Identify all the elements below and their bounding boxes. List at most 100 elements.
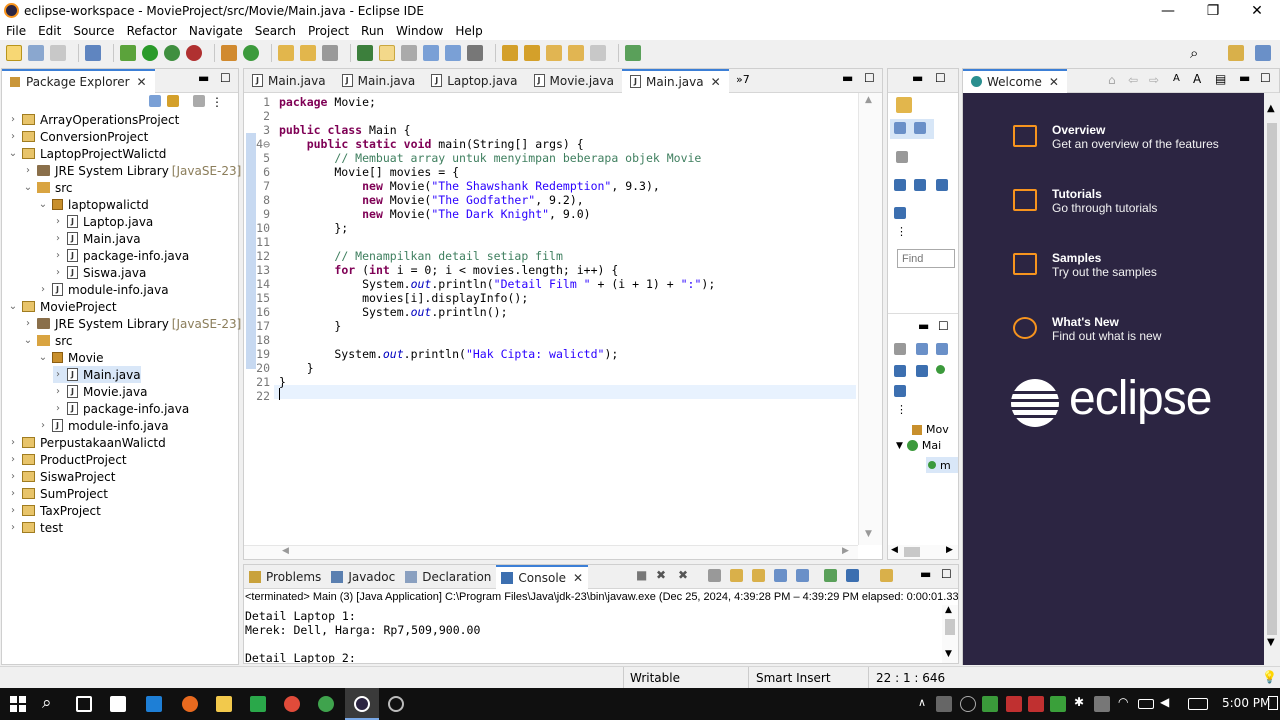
chevron-down-icon[interactable]: ⌄ — [38, 352, 48, 363]
book-icon[interactable] — [1013, 125, 1037, 147]
scroll-right-icon[interactable]: ▶ — [842, 546, 849, 556]
tree-item[interactable]: › J Main.java — [53, 366, 141, 383]
outline-item-package[interactable]: Mov — [912, 423, 949, 436]
chevron-right-icon[interactable]: › — [53, 216, 63, 227]
show-stdout-icon[interactable] — [774, 569, 787, 582]
tree-item[interactable]: ⌄ LaptopProjectWalictd — [8, 145, 167, 162]
filter-icon[interactable] — [193, 95, 205, 107]
tree-item[interactable]: ⌄ Movie — [38, 349, 104, 366]
maximize-lower-view-icon[interactable]: ☐ — [938, 319, 949, 333]
tab-problems[interactable]: Problems — [244, 565, 326, 589]
scroll-left-icon[interactable]: ◀ — [282, 546, 289, 556]
console-scrollbar[interactable]: ▲ ▼ — [942, 605, 958, 663]
home-icon[interactable]: ⌂ — [1108, 73, 1116, 87]
tab-javadoc[interactable]: Javadoc — [326, 565, 400, 589]
tree-item[interactable]: › TaxProject — [8, 502, 101, 519]
scroll-left-icon[interactable]: ◀ — [891, 545, 898, 555]
tree-item[interactable]: › Jmodule-info.java — [38, 417, 169, 434]
pin-editor-icon[interactable] — [625, 45, 641, 61]
minimize-outline-icon[interactable]: ▬ — [912, 71, 923, 85]
open-perspective-icon[interactable] — [1228, 45, 1244, 61]
display-console-icon[interactable] — [846, 569, 859, 582]
eclipse-taskbar-button[interactable] — [345, 688, 379, 720]
chevron-right-icon[interactable]: › — [53, 267, 63, 278]
code-editor[interactable]: 1 package Movie; 2 3 public class Main {4⊖ p… — [244, 93, 858, 545]
new-icon[interactable] — [6, 45, 22, 61]
forward-icon[interactable] — [590, 45, 606, 61]
debug-icon[interactable] — [120, 45, 136, 61]
windows-start-icon[interactable] — [10, 696, 26, 712]
menu-edit[interactable]: Edit — [38, 24, 61, 38]
close-window-button[interactable]: ✕ — [1234, 0, 1280, 22]
maximize-editor-icon[interactable]: ☐ — [864, 71, 875, 85]
scroll-thumb[interactable] — [1267, 123, 1277, 635]
volume-icon[interactable]: ◀ — [1160, 695, 1169, 709]
next-annotation-icon[interactable] — [502, 45, 518, 61]
shrink-font-icon[interactable]: A — [1173, 73, 1180, 84]
outline-item-class[interactable]: ▼ Mai — [896, 439, 941, 452]
show-hidden-icons[interactable]: ∧ — [918, 696, 926, 709]
scroll-thumb[interactable] — [945, 619, 955, 635]
maximize-welcome-icon[interactable]: ☐ — [1260, 71, 1271, 85]
chevron-right-icon[interactable]: › — [8, 471, 18, 482]
scroll-lock-icon[interactable] — [730, 569, 743, 582]
view-menu-icon[interactable]: ⋮ — [211, 95, 223, 109]
hide-fields-lower-icon[interactable] — [894, 365, 906, 377]
back-icon[interactable] — [568, 45, 584, 61]
menu-help[interactable]: Help — [455, 24, 482, 38]
tray-nvidia-icon[interactable] — [1050, 696, 1066, 712]
chevron-right-icon[interactable]: › — [38, 284, 48, 295]
open-console-icon[interactable] — [880, 569, 893, 582]
tab-console[interactable]: Console ✕ — [496, 564, 589, 589]
stop-icon[interactable]: ■ — [636, 568, 647, 582]
tab-editor-3[interactable]: J Laptop.java — [423, 69, 525, 93]
save-all-icon[interactable] — [50, 45, 66, 61]
find-input[interactable] — [897, 249, 955, 268]
chevron-right-icon[interactable]: › — [53, 403, 63, 414]
clear-console-icon[interactable] — [708, 569, 721, 582]
tree-item[interactable]: ⌄ src — [23, 332, 73, 349]
maximize-console-icon[interactable]: ☐ — [941, 567, 952, 581]
scroll-down-icon[interactable]: ▼ — [865, 529, 872, 539]
grow-font-icon[interactable]: A — [1193, 72, 1201, 86]
maximize-outline-icon[interactable]: ☐ — [935, 71, 946, 85]
tab-overflow-indicator[interactable]: »7 — [736, 73, 750, 86]
tray-app-icon[interactable] — [936, 696, 952, 712]
link-icon[interactable] — [894, 207, 906, 219]
minimize-editor-icon[interactable]: ▬ — [842, 71, 853, 85]
customize-icon[interactable]: ▤ — [1215, 72, 1226, 86]
bluetooth-icon[interactable]: ✱ — [1074, 695, 1084, 709]
editor-horizontal-scrollbar[interactable]: ◀ ▶ — [244, 545, 858, 559]
welcome-item-what-s-new[interactable]: What's New Find out what is new — [1052, 315, 1161, 343]
close-icon[interactable]: ✕ — [711, 75, 721, 89]
tree-item[interactable]: › test — [8, 519, 63, 536]
close-icon[interactable]: ✕ — [1049, 75, 1059, 89]
chevron-right-icon[interactable]: › — [53, 369, 63, 380]
star-icon[interactable] — [1013, 317, 1037, 339]
categorize-icon[interactable] — [914, 122, 926, 134]
console-output[interactable]: Detail Laptop 1: Merek: Dell, Harga: Rp7,… — [244, 605, 940, 663]
file-explorer-icon[interactable] — [216, 696, 232, 712]
public-members-icon[interactable] — [936, 365, 945, 374]
menu-navigate[interactable]: Navigate — [189, 24, 243, 38]
java-perspective-icon[interactable] — [1255, 45, 1271, 61]
prev-annotation-icon[interactable] — [524, 45, 540, 61]
outline-horizontal-scrollbar[interactable]: ◀ ▶ — [888, 545, 958, 559]
search-icon[interactable]: ⌕ — [1190, 44, 1198, 62]
new-class-icon[interactable] — [243, 45, 259, 61]
welcome-item-tutorials[interactable]: Tutorials Go through tutorials — [1052, 187, 1157, 215]
chevron-down-icon[interactable]: ⌄ — [38, 199, 48, 210]
minimize-welcome-icon[interactable]: ▬ — [1239, 71, 1250, 85]
scroll-right-icon[interactable]: ▶ — [946, 545, 953, 555]
tray-shield-icon[interactable] — [982, 696, 998, 712]
word-wrap-console-icon[interactable] — [752, 569, 765, 582]
magic-wand-icon[interactable] — [1013, 253, 1037, 275]
hide-fields-icon[interactable] — [894, 179, 906, 191]
battery-icon[interactable] — [1138, 699, 1154, 709]
coverage-icon[interactable] — [164, 45, 180, 61]
chevron-right-icon[interactable]: › — [8, 454, 18, 465]
scroll-thumb[interactable] — [904, 547, 920, 557]
remove-launch-icon[interactable]: ✖ — [656, 568, 666, 582]
chevron-right-icon[interactable]: › — [38, 420, 48, 431]
chevron-right-icon[interactable]: › — [8, 488, 18, 499]
